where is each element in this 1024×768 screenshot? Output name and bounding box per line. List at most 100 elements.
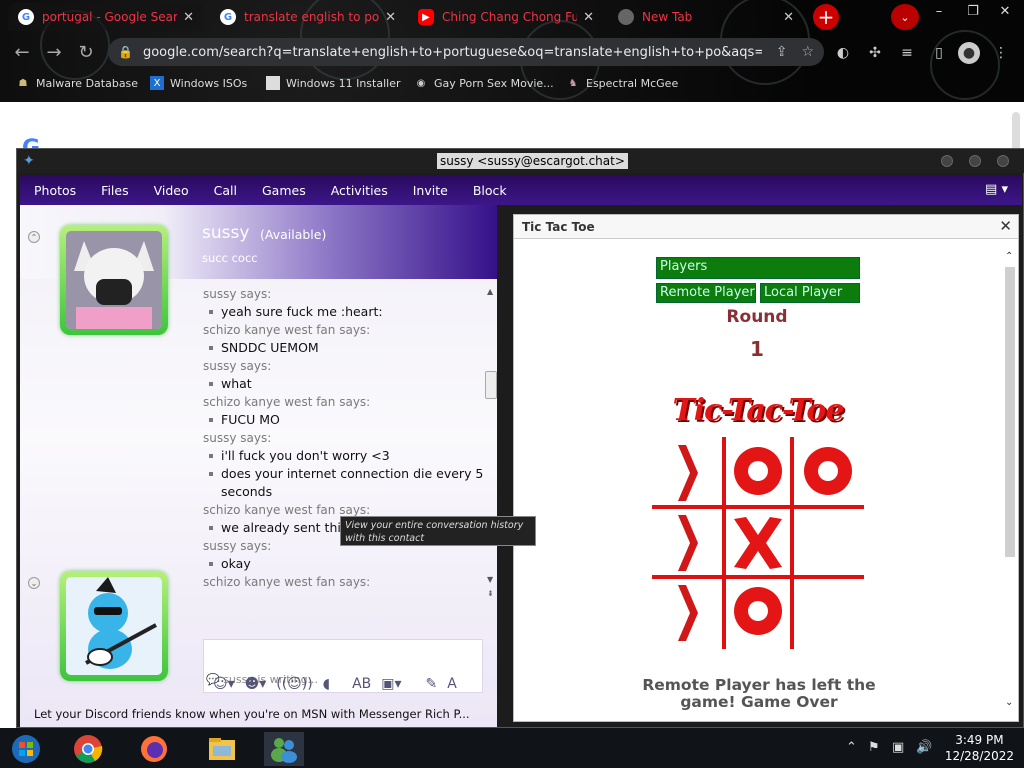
star-icon[interactable]: ☆ bbox=[801, 44, 814, 60]
emoticon-icon[interactable]: ☺▾ bbox=[213, 676, 235, 692]
board-cell-x[interactable] bbox=[734, 517, 782, 569]
contact-status: (Available) bbox=[260, 227, 327, 242]
bookmark-windows-isos[interactable]: X Windows ISOs bbox=[150, 76, 247, 90]
menu-games[interactable]: Games bbox=[262, 183, 306, 198]
page-icon bbox=[266, 76, 280, 90]
close-game-icon[interactable]: ✕ bbox=[999, 217, 1012, 235]
menu-invite[interactable]: Invite bbox=[413, 183, 448, 198]
scroll-thumb[interactable] bbox=[1005, 267, 1015, 557]
collapse-icon[interactable]: ⌃ bbox=[28, 231, 40, 243]
tab-new-tab[interactable]: New Tab ✕ bbox=[608, 3, 804, 31]
close-tab-icon[interactable]: ✕ bbox=[183, 10, 194, 25]
handwriting-icon[interactable]: ✎ bbox=[426, 676, 438, 692]
taskbar-chrome[interactable] bbox=[68, 732, 108, 766]
contact-avatar-image bbox=[66, 231, 162, 329]
minimize-icon[interactable]: – bbox=[922, 0, 956, 22]
menu-activities[interactable]: Activities bbox=[331, 183, 388, 198]
reload-icon[interactable]: ↻ bbox=[74, 40, 98, 64]
network-icon[interactable]: ▣ bbox=[892, 740, 904, 755]
taskbar-firefox[interactable] bbox=[134, 732, 174, 766]
bookmark-espectral-mcgee[interactable]: ♞ Espectral McGee bbox=[566, 76, 679, 90]
share-icon[interactable]: ⇪ bbox=[776, 44, 788, 60]
profile-avatar-icon[interactable]: ● bbox=[958, 42, 980, 64]
bookmark-movie-site[interactable]: ◉ Gay Porn Sex Movie... bbox=[414, 76, 554, 90]
board-cell[interactable] bbox=[678, 585, 698, 641]
clock-date: 12/28/2022 bbox=[944, 749, 1014, 763]
background-icon[interactable]: ▣▾ bbox=[381, 676, 401, 692]
menu-photos[interactable]: Photos bbox=[34, 183, 76, 198]
game-scrollbar[interactable]: ⌃ ⌄ bbox=[1004, 251, 1016, 717]
voice-clip-icon[interactable]: ◖ bbox=[323, 676, 330, 692]
menu-block[interactable]: Block bbox=[473, 183, 507, 198]
taskbar-messenger[interactable] bbox=[264, 732, 304, 766]
extension-flag-icon[interactable]: ◐ bbox=[832, 42, 854, 64]
rich-presence-banner[interactable]: Let your Discord friends know when you'r… bbox=[34, 707, 470, 721]
close-tab-icon[interactable]: ✕ bbox=[583, 10, 594, 25]
taskbar-file-explorer[interactable] bbox=[202, 732, 242, 766]
text-format-icon[interactable]: A bbox=[447, 676, 457, 692]
media-icon[interactable]: ≡ bbox=[896, 42, 918, 64]
minimize-icon[interactable] bbox=[941, 155, 953, 167]
menu-video[interactable]: Video bbox=[154, 183, 189, 198]
font-icon[interactable]: AB bbox=[352, 676, 371, 692]
extensions-puzzle-icon[interactable]: ✣ bbox=[864, 42, 886, 64]
window-title: sussy <sussy@escargot.chat> bbox=[437, 153, 628, 169]
new-tab-button[interactable]: + bbox=[813, 4, 839, 30]
my-avatar[interactable] bbox=[60, 571, 168, 681]
message-text: okay bbox=[203, 555, 485, 573]
menu-call[interactable]: Call bbox=[214, 183, 237, 198]
board-cell[interactable] bbox=[678, 445, 698, 501]
back-arrow-icon[interactable]: ← bbox=[10, 40, 34, 64]
x-icon: X bbox=[150, 76, 164, 90]
bookmarks-bar: ☗ Malware Database X Windows ISOs Window… bbox=[0, 72, 1024, 98]
lock-icon: 🔒 bbox=[118, 45, 133, 59]
conversation-history[interactable]: sussy says: yeah sure fuck me :heart: sc… bbox=[203, 285, 485, 611]
board-cell[interactable] bbox=[678, 515, 698, 571]
window-title-bar[interactable]: ✦ sussy <sussy@escargot.chat> bbox=[17, 149, 1024, 173]
system-clock[interactable]: 3:49 PM 12/28/2022 bbox=[945, 732, 1014, 764]
menu-dots-icon[interactable]: ⋮ bbox=[990, 42, 1012, 64]
tab-translate[interactable]: G translate english to portu ✕ bbox=[210, 3, 406, 31]
maximize-icon[interactable] bbox=[969, 155, 981, 167]
close-tab-icon[interactable]: ✕ bbox=[385, 10, 396, 25]
partial-mark-icon bbox=[678, 445, 698, 501]
tab-search-button[interactable]: ⌄ bbox=[891, 4, 919, 30]
volume-icon[interactable]: 🔊 bbox=[916, 740, 932, 755]
close-tab-icon[interactable]: ✕ bbox=[783, 10, 794, 25]
game-header: Tic Tac Toe ✕ bbox=[514, 215, 1018, 239]
scroll-down-icon[interactable]: ⌄ bbox=[1005, 697, 1013, 708]
board-cell-o[interactable] bbox=[734, 447, 782, 495]
bug-icon: ☗ bbox=[18, 77, 28, 89]
game-board[interactable] bbox=[652, 437, 864, 649]
close-window-icon[interactable]: ✕ bbox=[988, 0, 1022, 22]
scroll-up-icon[interactable]: ▲ bbox=[487, 287, 493, 296]
bookmark-malware-database[interactable]: ☗ Malware Database bbox=[16, 76, 139, 90]
wink-icon[interactable]: ☻▾ bbox=[245, 676, 267, 692]
show-hidden-icons[interactable]: ⌃ bbox=[846, 740, 857, 755]
scroll-up-icon[interactable]: ⌃ bbox=[1005, 251, 1013, 262]
tab-portugal-search[interactable]: G portugal - Google Search ✕ bbox=[8, 3, 204, 31]
message-text: yeah sure fuck me :heart: bbox=[203, 303, 485, 321]
bookmark-windows-11-installer[interactable]: Windows 11 Installer bbox=[266, 76, 401, 90]
url-text: google.com/search?q=translate+english+to… bbox=[142, 44, 762, 60]
expand-icon[interactable]: ⌄ bbox=[28, 577, 40, 589]
start-button[interactable] bbox=[6, 732, 46, 766]
board-cell-o[interactable] bbox=[804, 447, 852, 495]
forward-arrow-icon[interactable]: → bbox=[42, 40, 66, 64]
close-icon[interactable] bbox=[997, 155, 1009, 167]
menu-files[interactable]: Files bbox=[101, 183, 128, 198]
flag-icon[interactable]: ⚑ bbox=[868, 740, 880, 755]
nudge-icon[interactable]: ((☺)) bbox=[276, 676, 312, 692]
chrome-icon bbox=[618, 9, 634, 25]
restore-icon[interactable]: ❐ bbox=[956, 0, 990, 22]
address-bar[interactable]: 🔒 google.com/search?q=translate+english+… bbox=[108, 38, 824, 66]
options-menu-icon[interactable]: ▤ ▾ bbox=[985, 182, 1008, 197]
tab-youtube[interactable]: ▶ Ching Chang Chong Full vi ✕ bbox=[408, 3, 604, 31]
history-scrollbar[interactable]: ▲ ▼ ⇟ bbox=[485, 285, 497, 611]
contact-avatar[interactable] bbox=[60, 225, 168, 335]
scroll-end-icon[interactable]: ⇟ bbox=[487, 589, 494, 598]
scroll-thumb[interactable] bbox=[485, 371, 497, 399]
scroll-down-icon[interactable]: ▼ bbox=[487, 575, 493, 584]
side-panel-icon[interactable]: ▯ bbox=[928, 42, 950, 64]
board-cell-o[interactable] bbox=[734, 587, 782, 635]
